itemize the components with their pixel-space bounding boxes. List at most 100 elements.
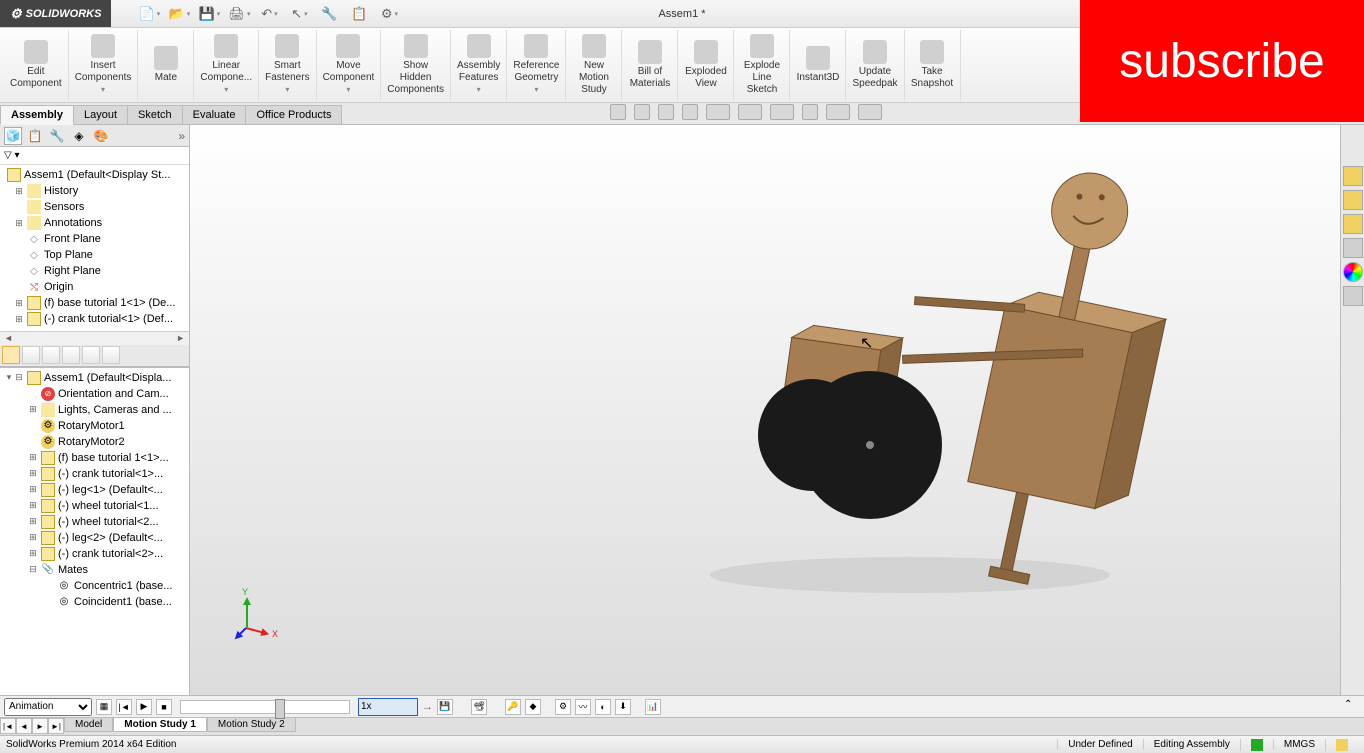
tab-last-icon[interactable]: ►| <box>48 718 64 734</box>
tab-assembly[interactable]: Assembly <box>0 105 74 125</box>
custom-properties-icon[interactable] <box>1343 286 1363 306</box>
animation-wizard-icon[interactable]: 📽 <box>471 699 487 715</box>
play-icon[interactable]: ▶ <box>136 699 152 715</box>
file-explorer-icon[interactable] <box>1343 214 1363 234</box>
contact-icon[interactable]: ◐ <box>595 699 611 715</box>
tree-item[interactable]: ⊞(-) crank tutorial<1> (Def... <box>0 311 189 327</box>
filter-4-icon[interactable] <box>62 346 80 364</box>
tab-prev-icon[interactable]: ◄ <box>16 718 32 734</box>
ribbon-exploded-button[interactable]: Exploded View <box>678 30 734 100</box>
status-units[interactable]: MMGS <box>1273 739 1325 750</box>
expand-icon[interactable]: ⊞ <box>28 452 38 463</box>
ribbon-show-button[interactable]: Show Hidden Components <box>381 30 451 100</box>
settings-icon[interactable]: ⚙ <box>381 6 397 22</box>
tree-item[interactable]: ⊞(-) leg<2> (Default<... <box>0 530 189 546</box>
ribbon-reference-button[interactable]: Reference Geometry <box>507 30 566 100</box>
tree-item[interactable]: ◎Coincident1 (base... <box>0 594 189 610</box>
stop-icon[interactable]: ■ <box>156 699 172 715</box>
hide-show-icon[interactable] <box>770 104 794 120</box>
ribbon-new-button[interactable]: New Motion Study <box>566 30 622 100</box>
tree-item[interactable]: ◎Concentric1 (base... <box>0 578 189 594</box>
feature-manager-tab-icon[interactable]: 🧊 <box>4 127 22 145</box>
tree-item[interactable]: ◇Right Plane <box>0 263 189 279</box>
tree-item[interactable]: Sensors <box>0 199 189 215</box>
ribbon-explode-button[interactable]: Explode Line Sketch <box>734 30 790 100</box>
expand-icon[interactable]: ⊞ <box>28 404 38 415</box>
expand-icon[interactable]: ⊞ <box>28 532 38 543</box>
results-icon[interactable]: 📊 <box>645 699 661 715</box>
zoom-fit-icon[interactable] <box>610 104 626 120</box>
options-icon[interactable]: 📋 <box>351 6 367 22</box>
expand-icon[interactable]: ⊞ <box>28 468 38 479</box>
tab-next-icon[interactable]: ► <box>32 718 48 734</box>
ribbon-linear-button[interactable]: Linear Compone... <box>194 30 259 100</box>
tree-item[interactable]: ⊞Lights, Cameras and ... <box>0 402 189 418</box>
tree-item[interactable]: ⊘Orientation and Cam... <box>0 386 189 402</box>
filter-2-icon[interactable] <box>22 346 40 364</box>
edit-appearance-icon[interactable] <box>802 104 818 120</box>
expand-box-icon[interactable]: ⊟ <box>14 372 24 383</box>
expand-icon[interactable]: ⊟ <box>28 564 38 575</box>
tree-item[interactable]: ⊞(-) crank tutorial<2>... <box>0 546 189 562</box>
save-animation-icon[interactable]: 💾 <box>437 699 453 715</box>
bottom-tab-model[interactable]: Model <box>64 718 113 732</box>
ribbon-assembly-button[interactable]: Assembly Features <box>451 30 507 100</box>
ribbon-take-button[interactable]: Take Snapshot <box>905 30 961 100</box>
undo-icon[interactable]: ↶ <box>261 6 277 22</box>
status-rebuild-icon[interactable] <box>1240 739 1273 751</box>
ribbon-instantd-button[interactable]: Instant3D <box>790 30 846 100</box>
calculate-icon[interactable]: ▦ <box>96 699 112 715</box>
solidworks-resources-icon[interactable] <box>1343 166 1363 186</box>
view-settings-icon[interactable] <box>858 104 882 120</box>
expand-icon[interactable]: ⊞ <box>14 218 24 229</box>
study-type-select[interactable]: Animation <box>4 698 92 716</box>
property-manager-tab-icon[interactable]: 📋 <box>26 127 44 145</box>
tree-item[interactable]: ⊞History <box>0 183 189 199</box>
save-icon[interactable]: 💾 <box>201 6 217 22</box>
spring-icon[interactable]: 〰 <box>575 699 591 715</box>
rebuild-icon[interactable]: 🔧 <box>321 6 337 22</box>
design-library-icon[interactable] <box>1343 190 1363 210</box>
tree-item[interactable]: ⊞(f) base tutorial 1<1> (De... <box>0 295 189 311</box>
filter-1-icon[interactable] <box>2 346 20 364</box>
tree-root[interactable]: Assem1 (Default<Display St... <box>0 167 189 183</box>
tree-item[interactable]: ⊞Annotations <box>0 215 189 231</box>
filter-3-icon[interactable] <box>42 346 60 364</box>
tab-first-icon[interactable]: |◄ <box>0 718 16 734</box>
expand-icon[interactable]: ⊞ <box>14 186 24 197</box>
add-key-icon[interactable]: ◆ <box>525 699 541 715</box>
tree-item[interactable]: ⊞(f) base tutorial 1<1>... <box>0 450 189 466</box>
youtube-subscribe-overlay[interactable]: subscribe <box>1080 0 1364 122</box>
graphics-viewport[interactable]: Y X ↖ <box>190 125 1364 695</box>
ribbon-update-button[interactable]: Update Speedpak <box>846 30 904 100</box>
print-icon[interactable]: 🖨 <box>231 6 247 22</box>
ribbon-edit-button[interactable]: Edit Component <box>4 30 69 100</box>
tree-item[interactable]: ⚙RotaryMotor2 <box>0 434 189 450</box>
status-custom-icon[interactable] <box>1325 739 1358 751</box>
panel-expand-icon[interactable]: » <box>178 129 185 143</box>
expand-icon[interactable]: ⊞ <box>28 548 38 559</box>
section-view-icon[interactable] <box>682 104 698 120</box>
tree-item[interactable]: ⊞(-) wheel tutorial<2... <box>0 514 189 530</box>
play-start-icon[interactable]: |◄ <box>116 699 132 715</box>
new-doc-icon[interactable]: 📄 <box>141 6 157 22</box>
zoom-area-icon[interactable] <box>634 104 650 120</box>
tab-evaluate[interactable]: Evaluate <box>182 105 247 124</box>
expand-icon[interactable]: ⊞ <box>14 298 24 309</box>
ribbon-smart-button[interactable]: Smart Fasteners <box>259 30 316 100</box>
tree-item[interactable]: ◇Top Plane <box>0 247 189 263</box>
gravity-icon[interactable]: ⬇ <box>615 699 631 715</box>
tree-item[interactable]: ⊞(-) crank tutorial<1>... <box>0 466 189 482</box>
tree-item[interactable]: ⊟📎Mates <box>0 562 189 578</box>
playback-speed-input[interactable] <box>358 698 418 716</box>
ribbon-billof-button[interactable]: Bill of Materials <box>622 30 678 100</box>
motion-tree-root[interactable]: ▾ ⊟ Assem1 (Default<Displa... <box>0 370 189 386</box>
dimxpert-tab-icon[interactable]: ◈ <box>70 127 88 145</box>
tree-item[interactable]: ⊞(-) leg<1> (Default<... <box>0 482 189 498</box>
filter-5-icon[interactable] <box>82 346 100 364</box>
previous-view-icon[interactable] <box>658 104 674 120</box>
motor-icon[interactable]: ⚙ <box>555 699 571 715</box>
open-doc-icon[interactable]: 📂 <box>171 6 187 22</box>
ribbon-mate-button[interactable]: Mate <box>138 30 194 100</box>
autokey-icon[interactable]: 🔑 <box>505 699 521 715</box>
